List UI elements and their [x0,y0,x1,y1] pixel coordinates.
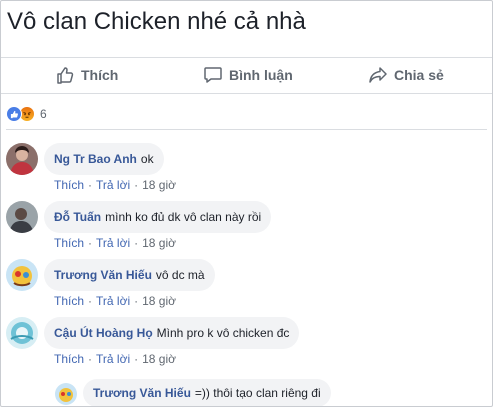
avatar[interactable] [6,259,38,291]
avatar[interactable] [6,143,38,175]
comment-text: Mình pro k vô chicken đc [156,326,290,340]
comment-bubble: Cậu Út Hoàng Họ Mình pro k vô chicken đc [44,317,300,349]
thumbs-up-icon [57,67,74,84]
divider [6,129,487,130]
comment-actions: Thích · Trả lời · 18 giờ [54,236,176,250]
comment-bubble: Ng Tr Bao Anh ok [44,143,164,175]
comment-icon [204,67,222,83]
comment-author[interactable]: Ng Tr Bao Anh [54,152,137,166]
like-button[interactable]: Thích [55,57,118,93]
comment-author[interactable]: Đỗ Tuấn [54,210,101,224]
avatar[interactable] [55,383,77,405]
comment-like-link[interactable]: Thích [54,236,84,250]
avatar[interactable] [6,201,38,233]
share-icon [369,67,387,83]
reply-author[interactable]: Trương Văn Hiếu [93,386,191,400]
post-card: Vô clan Chicken nhé cả nhà Thích Bình lu… [0,0,493,407]
comment-bubble: Đỗ Tuấn mình ko đủ dk vô clan này rồi [44,201,272,233]
comment-timestamp[interactable]: 18 giờ [142,236,176,250]
comment-button-label: Bình luận [229,67,293,83]
comment-timestamp[interactable]: 18 giờ [142,178,176,192]
comment-author[interactable]: Trương Văn Hiếu [54,268,152,282]
reply-text: =)) thôi tạo clan riêng đi [194,386,321,400]
comment-button[interactable]: Bình luận [203,57,293,93]
avatar[interactable] [6,317,38,349]
comment-reply-link[interactable]: Trả lời [96,294,130,308]
like-icon [6,106,22,122]
comment-like-link[interactable]: Thích [54,294,84,308]
comment-text: ok [140,152,154,166]
comment-timestamp[interactable]: 18 giờ [142,352,176,366]
reaction-summary[interactable]: 6 [6,105,47,123]
comment-author[interactable]: Cậu Út Hoàng Họ [54,326,153,340]
comment-actions: Thích · Trả lời · 18 giờ [54,178,176,192]
comment-actions: Thích · Trả lời · 18 giờ [54,294,176,308]
share-button[interactable]: Chia sẻ [368,57,444,93]
post-text: Vô clan Chicken nhé cả nhà [7,8,306,35]
comment-actions: Thích · Trả lời · 18 giờ [54,352,176,366]
share-button-label: Chia sẻ [394,67,444,83]
comment-like-link[interactable]: Thích [54,178,84,192]
like-button-label: Thích [81,67,119,83]
comment-reply-link[interactable]: Trả lời [96,178,130,192]
comment-text: mình ko đủ dk vô clan này rồi [105,210,262,224]
comment-like-link[interactable]: Thích [54,352,84,366]
comment-text: vô dc mà [155,268,205,282]
comment-reply-link[interactable]: Trả lời [96,352,130,366]
comment-reply-link[interactable]: Trả lời [96,236,130,250]
comment-bubble: Trương Văn Hiếu vô dc mà [44,259,215,291]
reaction-count: 6 [40,107,47,121]
action-bar: Thích Bình luận Chia sẻ [1,57,492,93]
divider [1,93,492,94]
comment-timestamp[interactable]: 18 giờ [142,294,176,308]
reply-bubble: Trương Văn Hiếu =)) thôi tạo clan riêng … [83,379,331,406]
